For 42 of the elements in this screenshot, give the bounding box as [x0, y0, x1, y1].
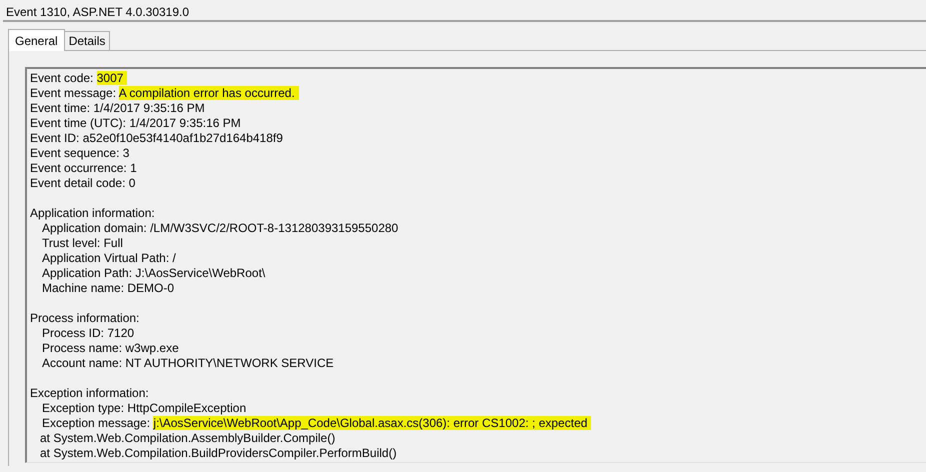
- highlight: Full: [104, 236, 123, 250]
- highlight: HttpCompileException: [127, 401, 246, 415]
- event-detail-line: Process ID: 7120: [41, 326, 136, 341]
- highlight: 0: [128, 176, 136, 190]
- event-detail-line: Exception message: j:\AosService\WebRoot\App_Code\Global.asax.cs(306): error CS1002: ; expected: [30, 416, 926, 431]
- tab[interactable]: Details: [64, 31, 110, 50]
- stack-trace-line: at System.Web.Compilation.BuildProvidersCompiler.PerformBuild(): [39, 446, 398, 461]
- window-title: Event 1310, ASP.NET 4.0.30319.0: [5, 4, 190, 20]
- event-detail-line: Account name: NT AUTHORITY\NETWORK SERVICE: [41, 356, 335, 371]
- highlight: /: [172, 251, 176, 265]
- highlight: 1/4/2017 9:35:16 PM: [129, 116, 241, 130]
- stack-trace-line: at System.Web.Compilation.AssemblyBuilder.Compile(): [39, 431, 336, 446]
- event-detail-line: Process name: w3wp.exe: [41, 341, 180, 356]
- highlight: w3wp.exe: [125, 341, 179, 355]
- event-detail-line: Event code: 3007: [30, 71, 926, 86]
- highlight: a52e0f10e53f4140af1b27d164b418f9: [82, 131, 283, 145]
- highlight: J:\AosService\WebRoot\: [135, 266, 266, 280]
- event-detail-line: Event detail code: 0: [30, 176, 136, 191]
- event-detail-line: Exception type: HttpCompileException: [41, 401, 248, 416]
- highlight: NT AUTHORITY\NETWORK SERVICE: [125, 356, 334, 370]
- event-detail-line: Trust level: Full: [41, 236, 124, 251]
- highlight: j:\AosService\WebRoot\App_Code\Global.asax.cs(306): error CS1002: ; expected: [153, 416, 592, 430]
- highlight: 3007: [96, 71, 128, 85]
- highlight: 1: [130, 161, 137, 175]
- event-detail-line: Event time: 1/4/2017 9:35:16 PM: [30, 101, 206, 116]
- event-detail-line: Event sequence: 3: [30, 146, 130, 161]
- highlight: /LM/W3SVC/2/ROOT-8-131280393159550280: [150, 221, 398, 235]
- event-detail-line: Application Virtual Path: /: [41, 251, 177, 266]
- section-heading: Process information:: [30, 311, 140, 326]
- section-heading: Exception information:: [30, 386, 150, 401]
- highlight: DEMO-0: [127, 281, 174, 295]
- event-detail-line: Event occurrence: 1: [30, 161, 138, 176]
- event-detail-line: Application domain: /LM/W3SVC/2/ROOT-8-131280393159550280: [41, 221, 400, 236]
- event-detail-line: Event ID: a52e0f10e53f4140af1b27d164b418f9: [30, 131, 284, 146]
- event-detail-line: Event time (UTC): 1/4/2017 9:35:16 PM: [30, 116, 242, 131]
- event-detail-line: Machine name: DEMO-0: [41, 281, 176, 296]
- highlight: 1/4/2017 9:35:16 PM: [93, 101, 205, 115]
- section-heading: Application information:: [30, 206, 156, 221]
- highlight: 7120: [107, 326, 134, 340]
- tab[interactable]: General: [8, 29, 65, 51]
- event-detail-line: Application Path: J:\AosService\WebRoot\: [41, 266, 266, 281]
- highlight: 3: [122, 146, 130, 160]
